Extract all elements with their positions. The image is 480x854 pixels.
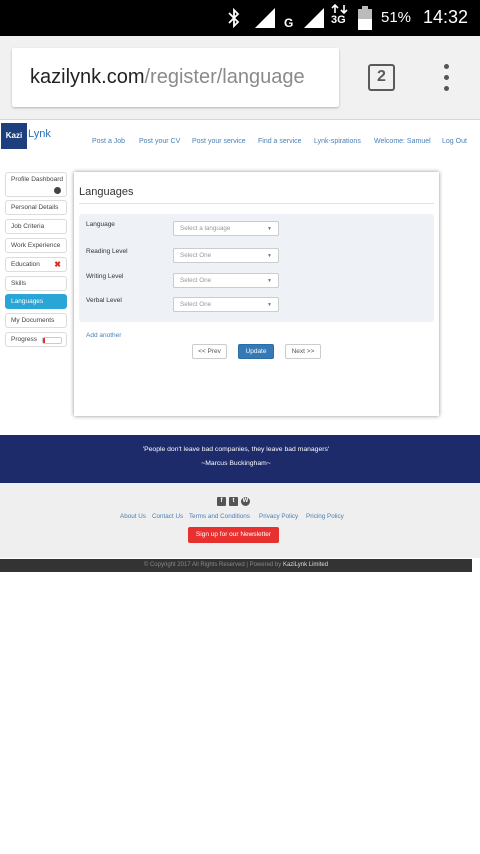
address-bar[interactable]: kazilynk.com/register/language xyxy=(12,48,339,107)
site-header: Kazi Lynk Post a Job Post your CV Post y… xyxy=(0,121,480,159)
logo-text: Lynk xyxy=(28,128,51,140)
nav-welcome-user[interactable]: Welcome: Samuel xyxy=(374,138,431,145)
language-select[interactable]: Select a language ▼ xyxy=(173,221,279,236)
language-form: Language Select a language ▼ Reading Lev… xyxy=(79,214,434,322)
sidebar-item-work-experience[interactable]: Work Experience xyxy=(5,238,67,253)
chevron-down-icon: ▼ xyxy=(267,226,272,232)
nav-post-cv[interactable]: Post your CV xyxy=(139,138,180,145)
battery-icon xyxy=(358,6,372,30)
chevron-down-icon: ▼ xyxy=(267,278,272,284)
browser-toolbar: kazilynk.com/register/language 2 xyxy=(0,36,480,120)
sidebar-item-label: Skills xyxy=(11,280,27,287)
footer-link-about[interactable]: About Us xyxy=(120,513,146,520)
bluetooth-icon xyxy=(228,8,240,28)
nav-post-service[interactable]: Post your service xyxy=(192,138,246,145)
select-placeholder: Select a language xyxy=(180,225,231,232)
form-row-reading-level: Reading Level Select One ▼ xyxy=(79,245,434,265)
incomplete-icon: ✖ xyxy=(54,260,61,269)
footer-link-terms[interactable]: Terms and Conditions xyxy=(189,513,250,520)
chevron-down-icon: ▼ xyxy=(267,302,272,308)
copyright-text: © Copyright 2017 All Rights Reserved | P… xyxy=(143,562,282,568)
footer-link-privacy[interactable]: Privacy Policy xyxy=(259,513,298,520)
form-row-language: Language Select a language ▼ xyxy=(79,218,434,238)
select-placeholder: Select One xyxy=(180,252,212,259)
field-label: Language xyxy=(86,221,115,228)
divider xyxy=(79,203,434,204)
sidebar-item-label: Personal Details xyxy=(11,204,59,211)
verbal-level-select[interactable]: Select One ▼ xyxy=(173,297,279,312)
wordpress-icon[interactable]: W xyxy=(241,497,250,506)
battery-percent: 51% xyxy=(381,9,412,26)
status-bar: G 3G 51% 14:32 xyxy=(0,0,480,36)
url-path: /register/language xyxy=(144,66,305,88)
sidebar-item-personal-details[interactable]: Personal Details xyxy=(5,200,67,215)
network-type-label: 3G xyxy=(331,14,346,26)
browser-menu-icon[interactable] xyxy=(440,64,452,92)
sidebar-item-languages[interactable]: Languages xyxy=(5,294,67,309)
languages-panel: Languages Language Select a language ▼ R… xyxy=(74,172,439,416)
select-placeholder: Select One xyxy=(180,277,212,284)
sidebar-item-my-documents[interactable]: My Documents xyxy=(5,313,67,328)
sidebar-item-label: Languages xyxy=(11,298,44,305)
sidebar-item-job-criteria[interactable]: Job Criteria xyxy=(5,219,67,234)
sidebar-item-label: Progress xyxy=(11,336,38,343)
tab-switcher-button[interactable]: 2 xyxy=(368,64,395,91)
nav-log-out[interactable]: Log Out xyxy=(442,138,467,145)
writing-level-select[interactable]: Select One ▼ xyxy=(173,273,279,288)
quote-text: 'People don't leave bad companies, they … xyxy=(142,446,330,453)
progress-fill xyxy=(43,338,45,343)
select-placeholder: Select One xyxy=(180,301,212,308)
sidebar-item-label: Work Experience xyxy=(11,242,61,249)
sidebar-item-label: Education xyxy=(11,261,40,268)
logo-mark: Kazi xyxy=(1,123,27,149)
facebook-icon[interactable]: f xyxy=(217,497,226,506)
next-button[interactable]: Next >> xyxy=(285,344,321,359)
reading-level-select[interactable]: Select One ▼ xyxy=(173,248,279,263)
site-footer: f t W About Us Contact Us Terms and Cond… xyxy=(0,483,480,558)
prev-button[interactable]: << Prev xyxy=(192,344,227,359)
sidebar-item-skills[interactable]: Skills xyxy=(5,276,67,291)
url-domain: kazilynk.com xyxy=(30,66,145,88)
footer-link-contact[interactable]: Contact Us xyxy=(152,513,183,520)
field-label: Writing Level xyxy=(86,273,124,280)
twitter-icon[interactable]: t xyxy=(229,497,238,506)
clock: 14:32 xyxy=(423,7,469,27)
data-arrows-icon xyxy=(331,4,348,14)
newsletter-signup-button[interactable]: Sign up for our Newsletter xyxy=(188,527,279,543)
sidebar-item-progress: Progress xyxy=(5,332,67,347)
update-button[interactable]: Update xyxy=(238,344,274,359)
dashboard-icon xyxy=(54,187,61,194)
sidebar-item-label: My Documents xyxy=(11,317,55,324)
sidebar-item-label: Job Criteria xyxy=(11,223,45,230)
quote-author: ~Marcus Buckingham~ xyxy=(201,460,271,467)
profile-progress-bar xyxy=(42,337,62,344)
page-title: Languages xyxy=(79,186,134,198)
copyright-bar: © Copyright 2017 All Rights Reserved | P… xyxy=(0,559,472,572)
signal-icon xyxy=(255,8,275,28)
sidebar-item-education[interactable]: Education ✖ xyxy=(5,257,67,272)
footer-link-pricing[interactable]: Pricing Policy xyxy=(306,513,344,520)
nav-post-job[interactable]: Post a Job xyxy=(92,138,125,145)
carrier-label: G xyxy=(284,16,294,30)
chevron-down-icon: ▼ xyxy=(267,253,272,259)
nav-find-service[interactable]: Find a service xyxy=(258,138,302,145)
add-another-link[interactable]: Add another xyxy=(86,332,121,339)
form-row-verbal-level: Verbal Level Select One ▼ xyxy=(79,294,434,314)
nav-lynk-spirations[interactable]: Lynk-spirations xyxy=(314,138,361,145)
sidebar-item-profile-dashboard[interactable]: Profile Dashboard xyxy=(5,172,67,197)
field-label: Reading Level xyxy=(86,248,128,255)
quote-banner: 'People don't leave bad companies, they … xyxy=(0,435,480,483)
signal-icon xyxy=(304,8,324,28)
field-label: Verbal Level xyxy=(86,297,122,304)
copyright-brand-link[interactable]: KaziLynk Limited xyxy=(283,562,328,568)
form-row-writing-level: Writing Level Select One ▼ xyxy=(79,270,434,290)
sidebar-item-label: Profile Dashboard xyxy=(11,176,64,183)
